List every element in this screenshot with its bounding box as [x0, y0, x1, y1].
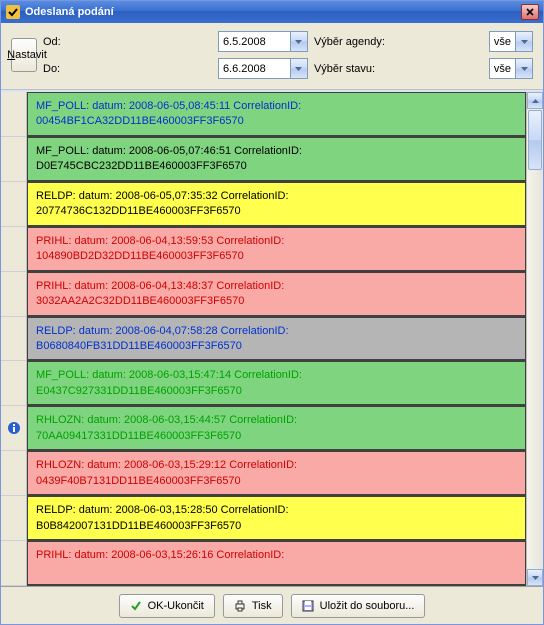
gutter-slot — [1, 317, 26, 362]
row-line-2: E0437C927331DD11BE460003FF3F6570 — [36, 384, 517, 399]
ok-label: OK-Ukončit — [148, 600, 204, 612]
agenda-label: Výběr agendy: — [314, 36, 483, 48]
filter-panel: Od: 6.5.2008 Výběr agendy: vše Nastavit … — [1, 23, 543, 90]
footer-toolbar: OK-Ukončit Tisk Uložit do souboru... — [1, 586, 543, 624]
stav-value: vše — [490, 63, 515, 75]
gutter-slot — [1, 137, 26, 182]
info-icon — [7, 421, 21, 435]
agenda-value: vše — [490, 36, 515, 48]
row-list: MF_POLL: datum: 2008-06-05,08:45:11 Corr… — [27, 92, 526, 586]
table-row[interactable]: RHLOZN: datum: 2008-06-03,15:44:57 Corre… — [27, 406, 526, 451]
gutter-slot — [1, 182, 26, 227]
table-row[interactable]: RELDP: datum: 2008-06-04,07:58:28 Correl… — [27, 317, 526, 362]
ulozit-button[interactable]: Uložit do souboru... — [291, 594, 426, 618]
row-line-2: B0B842007131DD11BE460003FF3F6570 — [36, 519, 517, 534]
gutter-slot — [1, 451, 26, 496]
row-line-2: 104890BD2D32DD11BE460003FF3F6570 — [36, 249, 517, 264]
row-line-2: D0E745CBC232DD11BE460003FF3F6570 — [36, 159, 517, 174]
app-icon — [5, 4, 21, 20]
chevron-down-icon[interactable] — [515, 59, 532, 78]
scroll-track[interactable] — [527, 171, 543, 569]
do-date-value: 6.6.2008 — [219, 63, 290, 75]
gutter-slot — [1, 406, 26, 451]
chevron-down-icon[interactable] — [515, 32, 532, 51]
row-line-2: B0680840FB31DD11BE460003FF3F6570 — [36, 339, 517, 354]
nastavit-button[interactable]: Nastavit — [11, 38, 37, 72]
row-line-2: 3032AA2A2C32DD11BE460003FF3F6570 — [36, 294, 517, 309]
tisk-button[interactable]: Tisk — [223, 594, 283, 618]
table-row[interactable]: PRIHL: datum: 2008-06-04,13:48:37 Correl… — [27, 272, 526, 317]
od-date-combo[interactable]: 6.5.2008 — [218, 31, 308, 52]
gutter-slot — [1, 496, 26, 541]
save-icon — [302, 600, 314, 612]
table-row[interactable]: PRIHL: datum: 2008-06-03,15:26:16 Correl… — [27, 541, 526, 586]
row-line-1: MF_POLL: datum: 2008-06-05,08:45:11 Corr… — [36, 99, 517, 114]
ulozit-label: Uložit do souboru... — [320, 600, 415, 612]
tisk-label: Tisk — [252, 600, 272, 612]
row-line-1: PRIHL: datum: 2008-06-04,13:48:37 Correl… — [36, 279, 517, 294]
row-line-1: MF_POLL: datum: 2008-06-05,07:46:51 Corr… — [36, 144, 517, 159]
scroll-down-button[interactable] — [527, 569, 543, 586]
gutter-slot — [1, 227, 26, 272]
window-title: Odeslaná podání — [25, 6, 521, 18]
gutter-slot — [1, 272, 26, 317]
stav-combo[interactable]: vše — [489, 58, 533, 79]
od-label: Od: — [43, 36, 212, 48]
do-label: Do: — [43, 63, 212, 75]
close-button[interactable] — [521, 4, 539, 20]
close-icon — [526, 8, 534, 16]
gutter-slot — [1, 541, 26, 586]
titlebar[interactable]: Odeslaná podání — [1, 1, 543, 23]
row-line-1: PRIHL: datum: 2008-06-03,15:26:16 Correl… — [36, 548, 517, 563]
row-line-1: RELDP: datum: 2008-06-03,15:28:50 Correl… — [36, 503, 517, 518]
list-area: MF_POLL: datum: 2008-06-05,08:45:11 Corr… — [1, 90, 543, 586]
window: Odeslaná podání Od: 6.5.2008 Výběr agend… — [0, 0, 544, 625]
row-line-1: RELDP: datum: 2008-06-04,07:58:28 Correl… — [36, 324, 517, 339]
od-date-value: 6.5.2008 — [219, 36, 290, 48]
vertical-scrollbar[interactable] — [526, 92, 543, 586]
row-line-1: PRIHL: datum: 2008-06-04,13:59:53 Correl… — [36, 234, 517, 249]
table-row[interactable]: MF_POLL: datum: 2008-06-05,08:45:11 Corr… — [27, 92, 526, 137]
chevron-down-icon[interactable] — [290, 32, 307, 51]
agenda-combo[interactable]: vše — [489, 31, 533, 52]
row-line-2: 0439F40B7131DD11BE460003FF3F6570 — [36, 474, 517, 489]
row-line-1: RHLOZN: datum: 2008-06-03,15:29:12 Corre… — [36, 458, 517, 473]
row-gutter — [1, 92, 27, 586]
table-row[interactable]: PRIHL: datum: 2008-06-04,13:59:53 Correl… — [27, 227, 526, 272]
do-date-combo[interactable]: 6.6.2008 — [218, 58, 308, 79]
table-row[interactable]: RHLOZN: datum: 2008-06-03,15:29:12 Corre… — [27, 451, 526, 496]
row-line-1: RELDP: datum: 2008-06-05,07:35:32 Correl… — [36, 189, 517, 204]
gutter-slot — [1, 92, 26, 137]
table-row[interactable]: RELDP: datum: 2008-06-05,07:35:32 Correl… — [27, 182, 526, 227]
gutter-slot — [1, 361, 26, 406]
chevron-down-icon[interactable] — [290, 59, 307, 78]
print-icon — [234, 600, 246, 612]
row-line-1: RHLOZN: datum: 2008-06-03,15:44:57 Corre… — [36, 413, 517, 428]
scroll-up-button[interactable] — [527, 92, 543, 109]
ok-button[interactable]: OK-Ukončit — [119, 594, 215, 618]
row-line-2: 20774736C132DD11BE460003FF3F6570 — [36, 204, 517, 219]
scroll-thumb[interactable] — [528, 110, 542, 170]
table-row[interactable]: RELDP: datum: 2008-06-03,15:28:50 Correl… — [27, 496, 526, 541]
stav-label: Výběr stavu: — [314, 63, 483, 75]
table-row[interactable]: MF_POLL: datum: 2008-06-05,07:46:51 Corr… — [27, 137, 526, 182]
nastavit-label: Nastavit — [7, 49, 47, 61]
table-row[interactable]: MF_POLL: datum: 2008-06-03,15:47:14 Corr… — [27, 361, 526, 406]
row-line-2: 00454BF1CA32DD11BE460003FF3F6570 — [36, 114, 517, 129]
row-line-1: MF_POLL: datum: 2008-06-03,15:47:14 Corr… — [36, 368, 517, 383]
check-icon — [130, 600, 142, 612]
row-line-2: 70AA09417331DD11BE460003FF3F6570 — [36, 429, 517, 444]
